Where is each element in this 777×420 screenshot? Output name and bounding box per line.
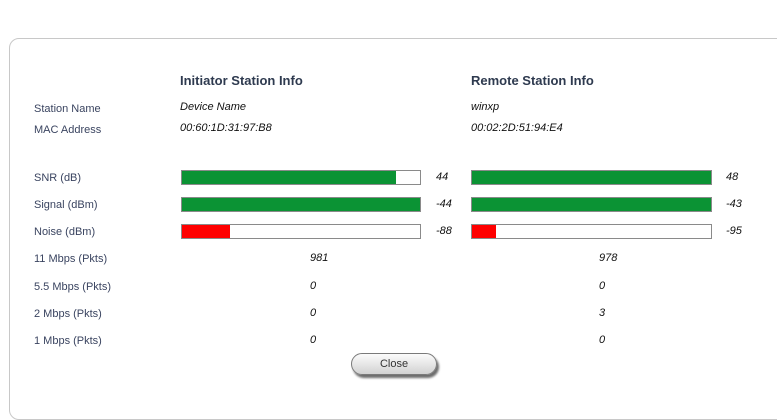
remote-signal-bar — [471, 197, 712, 212]
rate-5-5-label: 5.5 Mbps (Pkts) — [34, 281, 112, 293]
close-button[interactable]: Close — [351, 353, 437, 375]
initiator-rate-5-5-value: 0 — [310, 280, 317, 292]
remote-rate-1-value: 0 — [599, 334, 606, 346]
remote-signal-value: -43 — [726, 198, 742, 210]
rate-2-label: 2 Mbps (Pkts) — [34, 308, 102, 320]
remote-station-name: winxp — [471, 101, 500, 113]
initiator-signal-bar — [181, 197, 421, 212]
initiator-mac-address: 00:60:1D:31:97:B8 — [180, 122, 272, 134]
remote-rate-11-value: 978 — [599, 252, 618, 264]
station-name-label: Station Name — [34, 103, 101, 115]
initiator-noise-fill — [182, 225, 230, 238]
rate-1-label: 1 Mbps (Pkts) — [34, 335, 102, 347]
initiator-station-name: Device Name — [180, 101, 247, 113]
signal-label: Signal (dBm) — [34, 199, 98, 211]
initiator-signal-fill — [182, 198, 420, 211]
remote-noise-bar — [471, 224, 712, 239]
rate-11-label: 11 Mbps (Pkts) — [34, 253, 108, 265]
remote-snr-bar — [471, 170, 712, 185]
initiator-rate-11-value: 981 — [310, 252, 329, 264]
snr-label: SNR (dB) — [34, 172, 82, 184]
noise-label: Noise (dBm) — [34, 226, 96, 238]
initiator-noise-value: -88 — [436, 225, 452, 237]
initiator-noise-bar — [181, 224, 421, 239]
mac-address-label: MAC Address — [34, 124, 102, 136]
initiator-rate-2-value: 0 — [310, 307, 317, 319]
initiator-snr-fill — [182, 171, 397, 184]
initiator-snr-bar — [181, 170, 421, 185]
remote-noise-value: -95 — [726, 225, 742, 237]
initiator-header: Initiator Station Info — [180, 73, 303, 88]
initiator-snr-value: 44 — [436, 171, 449, 183]
remote-rate-5-5-value: 0 — [599, 280, 606, 292]
remote-rate-2-value: 3 — [599, 307, 606, 319]
remote-header: Remote Station Info — [471, 73, 594, 88]
remote-mac-address: 00:02:2D:51:94:E4 — [471, 122, 563, 134]
remote-snr-value: 48 — [726, 171, 739, 183]
remote-noise-fill — [472, 225, 496, 238]
initiator-rate-1-value: 0 — [310, 334, 317, 346]
remote-signal-fill — [472, 198, 711, 211]
initiator-signal-value: -44 — [436, 198, 452, 210]
remote-snr-fill — [472, 171, 711, 184]
